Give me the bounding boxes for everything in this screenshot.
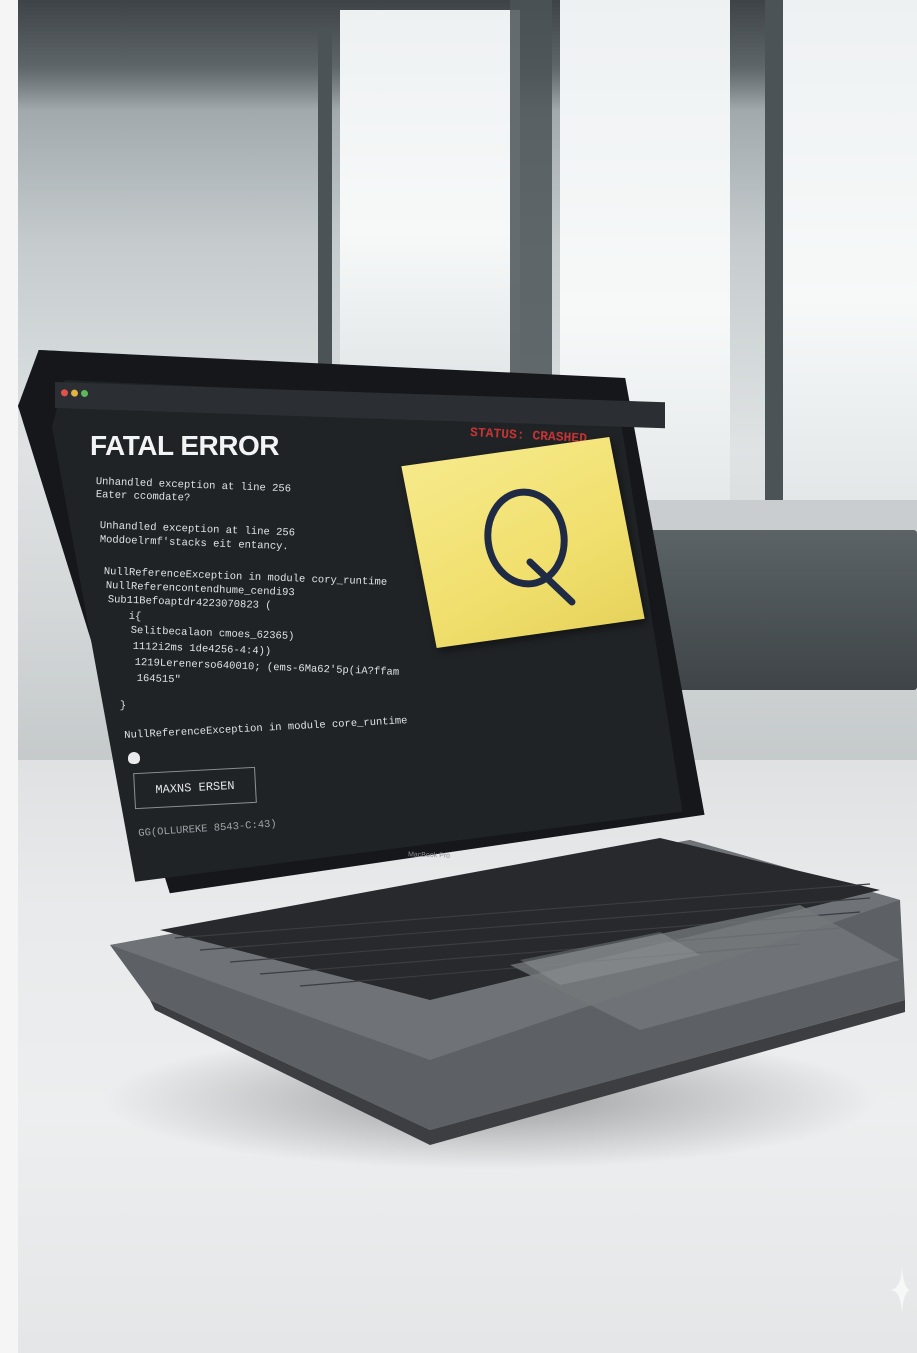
lightbulb-icon bbox=[128, 752, 140, 764]
close-dot-icon[interactable] bbox=[61, 389, 68, 397]
log-line: 164515" bbox=[117, 672, 181, 687]
sparkle-icon bbox=[890, 1265, 910, 1315]
footer-log: GG(OLLUREKE 8543-C:43) bbox=[0, 0, 277, 840]
minimize-dot-icon[interactable] bbox=[71, 389, 78, 397]
office-photo: FATAL ERROR STATUS: CRASHED Unhandled ex… bbox=[0, 0, 917, 1353]
log-line: i{ bbox=[109, 610, 142, 624]
error-action-button[interactable]: MAXNS ERSEN bbox=[133, 766, 257, 810]
q-letter-icon bbox=[484, 488, 576, 606]
maximize-dot-icon[interactable] bbox=[81, 389, 88, 398]
laptop-model-label: MacBook Pro bbox=[407, 851, 451, 860]
log-line: } bbox=[119, 700, 127, 713]
fatal-error-heading: FATAL ERROR bbox=[90, 430, 279, 461]
